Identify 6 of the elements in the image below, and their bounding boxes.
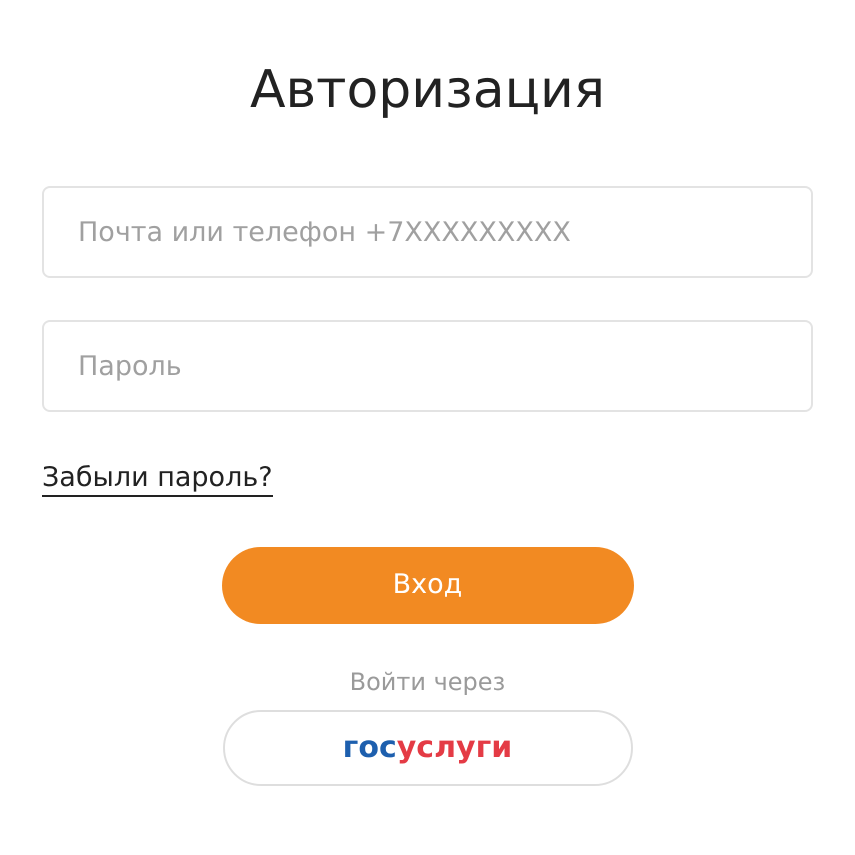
input-field[interactable]: Почта или телефон +7XXXXXXXXX xyxy=(42,186,813,278)
gosuslugi-button[interactable]: госуслуги xyxy=(222,710,632,786)
forgot-password-link[interactable]: Забыли пароль? xyxy=(42,462,273,497)
alt-login-label: Войти через xyxy=(350,666,506,698)
page-title: Авторизация xyxy=(250,59,606,122)
input-field[interactable]: Пароль xyxy=(42,320,813,412)
